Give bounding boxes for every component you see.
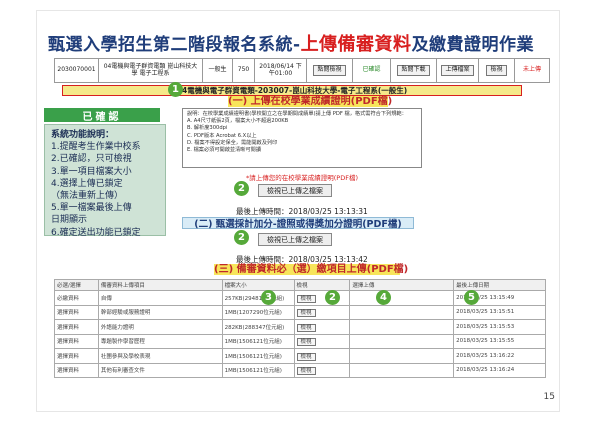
table-header-row: 必選/選擇 備審資料上傳項目 檔案大小 檢視 選擇上傳 最後上傳日期: [54, 279, 546, 291]
col-header: 最後上傳日期: [453, 279, 546, 291]
section-1-heading: (一) 上傳在校學業成績證明(PDF檔): [228, 96, 393, 107]
cell-date: 2018/03/25 13:16:22: [453, 348, 546, 364]
table-row: 選擇資料 外語能力證明 282KB(288347位元組) 檢視 2018/03/…: [54, 319, 546, 335]
callout-3-icon: 3: [261, 290, 276, 305]
feature-item: 3.單一項目檔案大小: [51, 166, 132, 177]
col-header: 檔案大小: [221, 279, 295, 291]
cell-type: 選擇資料: [54, 304, 99, 320]
cell-item: 社團參與及學校表現: [97, 348, 223, 364]
page-number: 15: [543, 392, 555, 402]
feature-item: 4.選擇上傳已鎖定: [51, 178, 123, 189]
col-header: 選擇上傳: [349, 279, 455, 291]
callout-2b-icon: 2: [234, 230, 249, 245]
cell-size: 1MB(1506121位元組): [221, 333, 295, 349]
cell-select: [349, 348, 455, 364]
record-date: 2018/06/14 下午01:00: [255, 59, 307, 82]
cell-item: 專題製作學習歷程: [97, 333, 223, 349]
instruction-line: D. 檔案不得設定保全，需能開啟及列印: [187, 139, 278, 146]
upload-file-button[interactable]: 上傳檔案: [441, 65, 474, 76]
feature-item: 2.已確認，只可檢視: [51, 154, 132, 165]
cell-size: 257KB(294818位元組): [221, 290, 295, 306]
status-badge: 已確認: [353, 59, 391, 82]
view-file-button[interactable]: 檢視: [296, 338, 316, 347]
record-fee: 750: [233, 59, 255, 82]
cell-select: [349, 362, 455, 378]
page-title: 甄選入學招生第二階段報名系統-上傳備審資料及繳費證明作業: [48, 30, 548, 56]
upload-status: 未上傳: [522, 66, 541, 74]
download-button[interactable]: 點閱下載: [397, 65, 430, 76]
table-row: 選擇資料 社團參與及學校表現 1MB(1506121位元組) 檢視 2018/0…: [54, 348, 546, 364]
feature-item: 日期顯示: [51, 215, 88, 226]
instruction-box: 說明：在校學業成績證明書(學校開立之在學期間成績單)請上傳 PDF 檔，格式需符…: [182, 108, 422, 168]
cell-type: 選擇資料: [54, 348, 99, 364]
feature-item: （無法重新上傳）: [51, 191, 124, 202]
table-row: 選擇資料 其他有利審查文件 1MB(1506121位元組) 檢視 2018/03…: [54, 362, 546, 378]
table-row: 選擇資料 幹部經驗或服務證明 1MB(1207290位元組) 檢視 2018/0…: [54, 304, 546, 320]
table-row: 選擇資料 專題製作學習歷程 1MB(1506121位元組) 檢視 2018/03…: [54, 333, 546, 349]
cell-select: [349, 333, 455, 349]
cell-type: 選擇資料: [54, 333, 99, 349]
record-code: 2030070001: [55, 59, 99, 82]
section-2-heading: (二) 甄選採計加分-證照或得獎加分證明(PDF檔): [182, 217, 414, 230]
callout-5-icon: 5: [464, 290, 479, 305]
cell-date: 2018/03/25 13:15:51: [453, 304, 546, 320]
col-header: 檢視: [293, 279, 351, 291]
record-school: 04電機與電子群資電類 崑山科技大學 電子工程系: [99, 59, 203, 82]
cell-size: 1MB(1506121位元組): [221, 362, 295, 378]
cell-date: 2018/03/25 13:15:55: [453, 333, 546, 349]
record-row: 2030070001 04電機與電子群資電類 崑山科技大學 電子工程系 一般生 …: [54, 58, 550, 83]
feature-list: 系統功能說明： 1.提醒考生作業中校系 2.已確認，只可檢視 3.單一項目檔案大…: [44, 124, 166, 238]
department-bar: 04電機與電子群資電類-203007-崑山科技大學-電子工程系(一般生): [62, 85, 522, 96]
cell-type: 選擇資料: [54, 319, 99, 335]
cell-size: 1MB(1207290位元組): [221, 304, 295, 320]
cell-item: 其他有利審查文件: [97, 362, 223, 378]
cell-size: 1MB(1506121位元組): [221, 348, 295, 364]
view-uploaded-button-2[interactable]: 檢視已上傳之檔案: [258, 233, 332, 246]
view-uploaded-button[interactable]: 檢視已上傳之檔案: [258, 184, 332, 197]
cell-item: 外語能力證明: [97, 319, 223, 335]
confirmed-label: 已確認: [44, 108, 160, 123]
instruction-line: C. PDF版本 Acrobat 6.X以上: [187, 132, 257, 139]
title-suffix: 及繳費證明作業: [411, 35, 535, 55]
instruction-line: B. 解析度300dpi: [187, 125, 228, 132]
feature-item: 6.確定送出功能已鎖定: [51, 227, 141, 238]
callout-2-icon: 2: [234, 181, 249, 196]
check-button[interactable]: 檢視: [486, 65, 507, 76]
view-file-button[interactable]: 檢視: [296, 309, 316, 318]
view-button[interactable]: 點閱檢視: [313, 65, 346, 76]
cell-item: 幹部經驗或服務證明: [97, 304, 223, 320]
feature-title: 系統功能說明：: [51, 130, 115, 140]
col-header: 必選/選擇: [54, 279, 99, 291]
view-file-button[interactable]: 檢視: [296, 352, 316, 361]
cell-select: [349, 290, 455, 306]
instruction-line: E. 檔案必須可開啟並清晰可閱讀: [187, 147, 262, 154]
title-highlight: 上傳備審資料: [300, 34, 412, 55]
cell-date: 2018/03/25 13:15:53: [453, 319, 546, 335]
title-prefix: 甄選入學招生第二階段報名系統-: [48, 35, 301, 55]
section-3-heading: (三) 備審資料必（選）繳項目上傳(PDF檔): [214, 264, 409, 275]
view-file-button[interactable]: 檢視: [296, 323, 316, 332]
cell-select: [349, 304, 455, 320]
col-header: 備審資料上傳項目: [97, 279, 223, 291]
record-group: 一般生: [203, 59, 233, 82]
cell-type: 選擇資料: [54, 362, 99, 378]
feature-item: 5.單一檔案最後上傳: [51, 203, 132, 214]
callout-4-icon: 4: [376, 290, 391, 305]
cell-type: 必繳資料: [54, 290, 99, 306]
upload-note: *請上傳您的在校學業成績證明(PDF檔): [246, 174, 358, 182]
view-file-button[interactable]: 檢視: [296, 367, 316, 376]
cell-size: 282KB(288347位元組): [221, 319, 295, 335]
callout-2c-icon: 2: [325, 290, 340, 305]
cell-item: 自傳: [97, 290, 223, 306]
view-file-button[interactable]: 檢視: [296, 294, 316, 303]
callout-1-icon: 1: [168, 82, 183, 97]
cell-select: [349, 319, 455, 335]
feature-item: 1.提醒考生作業中校系: [51, 142, 141, 153]
cell-date: 2018/03/25 13:16:24: [453, 362, 546, 378]
